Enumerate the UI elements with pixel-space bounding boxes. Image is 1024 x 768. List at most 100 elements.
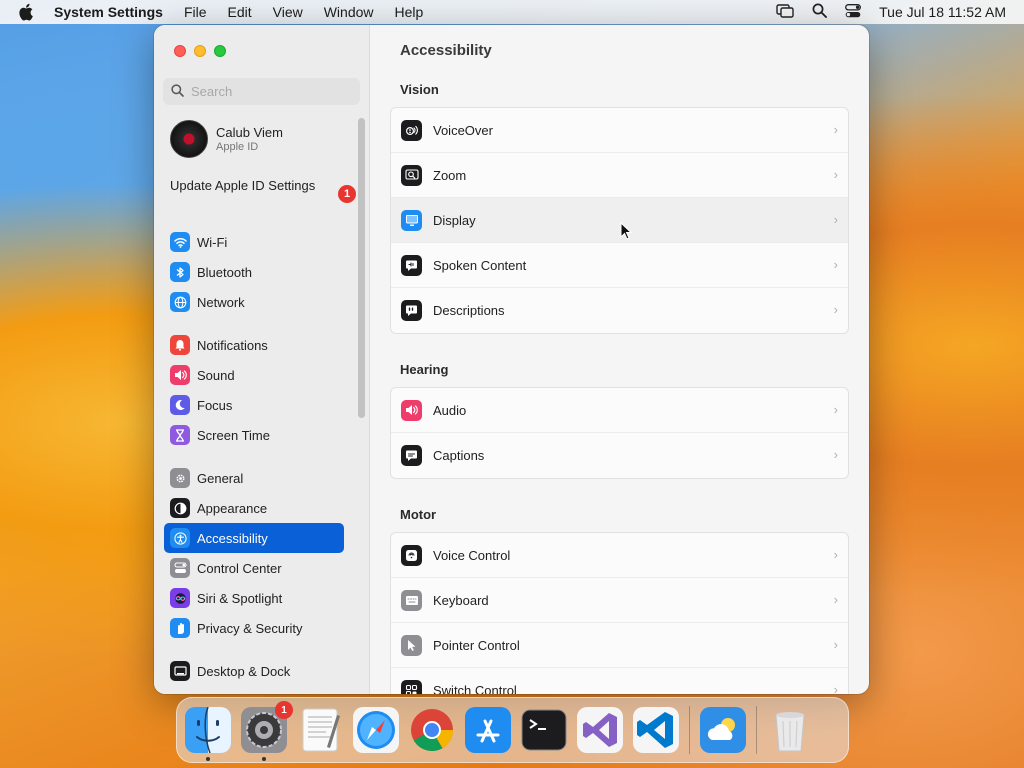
- menu-clock[interactable]: Tue Jul 18 11:52 AM: [879, 4, 1006, 20]
- sidebar-item-label: General: [197, 470, 244, 486]
- captions-icon: [401, 445, 422, 466]
- sidebar-group-desktop: Desktop & Dock: [164, 656, 344, 686]
- setting-row-descriptions[interactable]: Descriptions ›: [391, 288, 848, 333]
- speech-bubble-icon: [401, 254, 422, 276]
- sidebar-item-control-center[interactable]: Control Center: [164, 553, 344, 583]
- dock-separator: [689, 706, 690, 754]
- menu-view[interactable]: View: [273, 4, 303, 20]
- setting-row-zoom[interactable]: Zoom ›: [391, 153, 848, 198]
- sidebar-item-siri-and-spotlight[interactable]: Siri & Spotlight: [164, 583, 344, 613]
- textedit-icon[interactable]: [297, 707, 343, 753]
- sidebar-group-network: Wi-Fi Bluetooth Network: [164, 227, 344, 317]
- sidebar-item-focus[interactable]: Focus: [164, 390, 344, 420]
- search-placeholder: Search: [191, 84, 233, 99]
- sidebar-group-system: General Appearance Accessibility Control Ce…: [164, 463, 344, 643]
- apple-id-profile[interactable]: Calub Viem Apple ID: [170, 120, 283, 158]
- setting-row-spoken-content[interactable]: Spoken Content ›: [391, 243, 848, 288]
- page-title: Accessibility: [400, 42, 492, 59]
- setting-row-voiceover[interactable]: VoiceOver ›: [391, 108, 848, 153]
- voice-control-icon: [401, 544, 422, 566]
- sidebar-item-label: Notifications: [197, 337, 268, 353]
- trash-icon[interactable]: [767, 707, 813, 753]
- sidebar-scrollbar[interactable]: [358, 118, 365, 418]
- finder-icon[interactable]: [185, 707, 231, 761]
- setting-row-label: VoiceOver: [433, 122, 493, 138]
- sidebar-item-screen-time[interactable]: Screen Time: [164, 420, 344, 450]
- setting-row-label: Zoom: [433, 167, 467, 183]
- setting-row-pointer-control[interactable]: Pointer Control ›: [391, 623, 848, 668]
- zoom-icon: [401, 164, 422, 186]
- setting-row-label: Keyboard: [433, 592, 489, 608]
- dock-separator: [756, 706, 757, 754]
- safari-icon[interactable]: [353, 707, 399, 753]
- app-store-icon[interactable]: [465, 707, 511, 753]
- search-field[interactable]: Search: [163, 78, 360, 105]
- section-heading-vision: Vision: [400, 82, 439, 97]
- update-apple-id-settings[interactable]: Update Apple ID Settings 1: [170, 178, 360, 203]
- chevron-right-icon: ›: [833, 447, 838, 462]
- window-controls: [174, 45, 226, 57]
- vscode-icon[interactable]: [633, 707, 679, 753]
- setting-row-captions[interactable]: Captions ›: [391, 433, 848, 478]
- zoom-button[interactable]: [214, 45, 226, 57]
- vision-group: VoiceOver › Zoom › Display › Spoken Content › De…: [390, 107, 849, 334]
- hearing-group: Audio › Captions ›: [390, 387, 849, 479]
- minimize-button[interactable]: [194, 45, 206, 57]
- section-heading-motor: Motor: [400, 507, 437, 522]
- menu-app-name[interactable]: System Settings: [54, 4, 163, 20]
- sidebar-item-network[interactable]: Network: [164, 287, 344, 317]
- terminal-icon[interactable]: [521, 707, 567, 753]
- setting-row-label: Display: [433, 212, 476, 228]
- appearance-icon: [170, 498, 190, 518]
- sidebar: Search Calub Viem Apple ID Update Apple …: [154, 25, 370, 694]
- sidebar-item-appearance[interactable]: Appearance: [164, 493, 344, 523]
- menu-edit[interactable]: Edit: [228, 4, 252, 20]
- system-settings-window: Search Calub Viem Apple ID Update Apple …: [154, 25, 869, 694]
- siri-icon: [170, 588, 190, 608]
- close-button[interactable]: [174, 45, 186, 57]
- speaker-icon: [170, 365, 190, 385]
- sidebar-item-notifications[interactable]: Notifications: [164, 330, 344, 360]
- chrome-icon[interactable]: [409, 707, 455, 753]
- visual-studio-icon[interactable]: [577, 707, 623, 753]
- setting-row-voice-control[interactable]: Voice Control ›: [391, 533, 848, 578]
- system-settings-icon[interactable]: 1: [241, 701, 293, 761]
- sidebar-item-label: Privacy & Security: [197, 620, 303, 636]
- screen-mirroring-icon[interactable]: [776, 3, 794, 21]
- sidebar-item-label: Screen Time: [197, 427, 270, 443]
- setting-row-label: Voice Control: [433, 547, 511, 563]
- gear-icon: [170, 468, 190, 488]
- apple-icon[interactable]: [18, 3, 38, 21]
- menu-help[interactable]: Help: [395, 4, 424, 20]
- sidebar-item-accessibility[interactable]: Accessibility: [164, 523, 344, 553]
- sidebar-item-general[interactable]: General: [164, 463, 344, 493]
- chevron-right-icon: ›: [833, 212, 838, 227]
- setting-row-switch-control[interactable]: Switch Control ›: [391, 668, 848, 694]
- chevron-right-icon: ›: [833, 302, 838, 317]
- setting-row-keyboard[interactable]: Keyboard ›: [391, 578, 848, 623]
- hand-icon: [170, 618, 190, 638]
- weather-icon[interactable]: [700, 707, 746, 753]
- bluetooth-icon: [170, 262, 190, 282]
- sidebar-item-wi-fi[interactable]: Wi-Fi: [164, 227, 344, 257]
- control-center-icon[interactable]: [845, 3, 862, 21]
- sidebar-item-sound[interactable]: Sound: [164, 360, 344, 390]
- sidebar-group-notifications: Notifications Sound Focus Screen Time: [164, 330, 344, 450]
- moon-icon: [170, 395, 190, 415]
- sidebar-item-label: Siri & Spotlight: [197, 590, 283, 606]
- setting-row-audio[interactable]: Audio ›: [391, 388, 848, 433]
- keyboard-icon: [401, 589, 422, 611]
- setting-row-label: Audio: [433, 402, 467, 418]
- spotlight-search-icon[interactable]: [812, 3, 828, 21]
- menu-bar: System Settings File Edit View Window He…: [0, 0, 1024, 24]
- sidebar-item-bluetooth[interactable]: Bluetooth: [164, 257, 344, 287]
- voiceover-icon: [401, 119, 422, 141]
- sidebar-item-label: Sound: [197, 367, 235, 383]
- menu-file[interactable]: File: [184, 4, 207, 20]
- sidebar-item-label: Desktop & Dock: [197, 663, 291, 679]
- chevron-right-icon: ›: [833, 257, 838, 272]
- menu-window[interactable]: Window: [324, 4, 374, 20]
- sidebar-item-privacy-and-security[interactable]: Privacy & Security: [164, 613, 344, 643]
- hourglass-icon: [170, 425, 190, 445]
- sidebar-item-desktop-and-dock[interactable]: Desktop & Dock: [164, 656, 344, 686]
